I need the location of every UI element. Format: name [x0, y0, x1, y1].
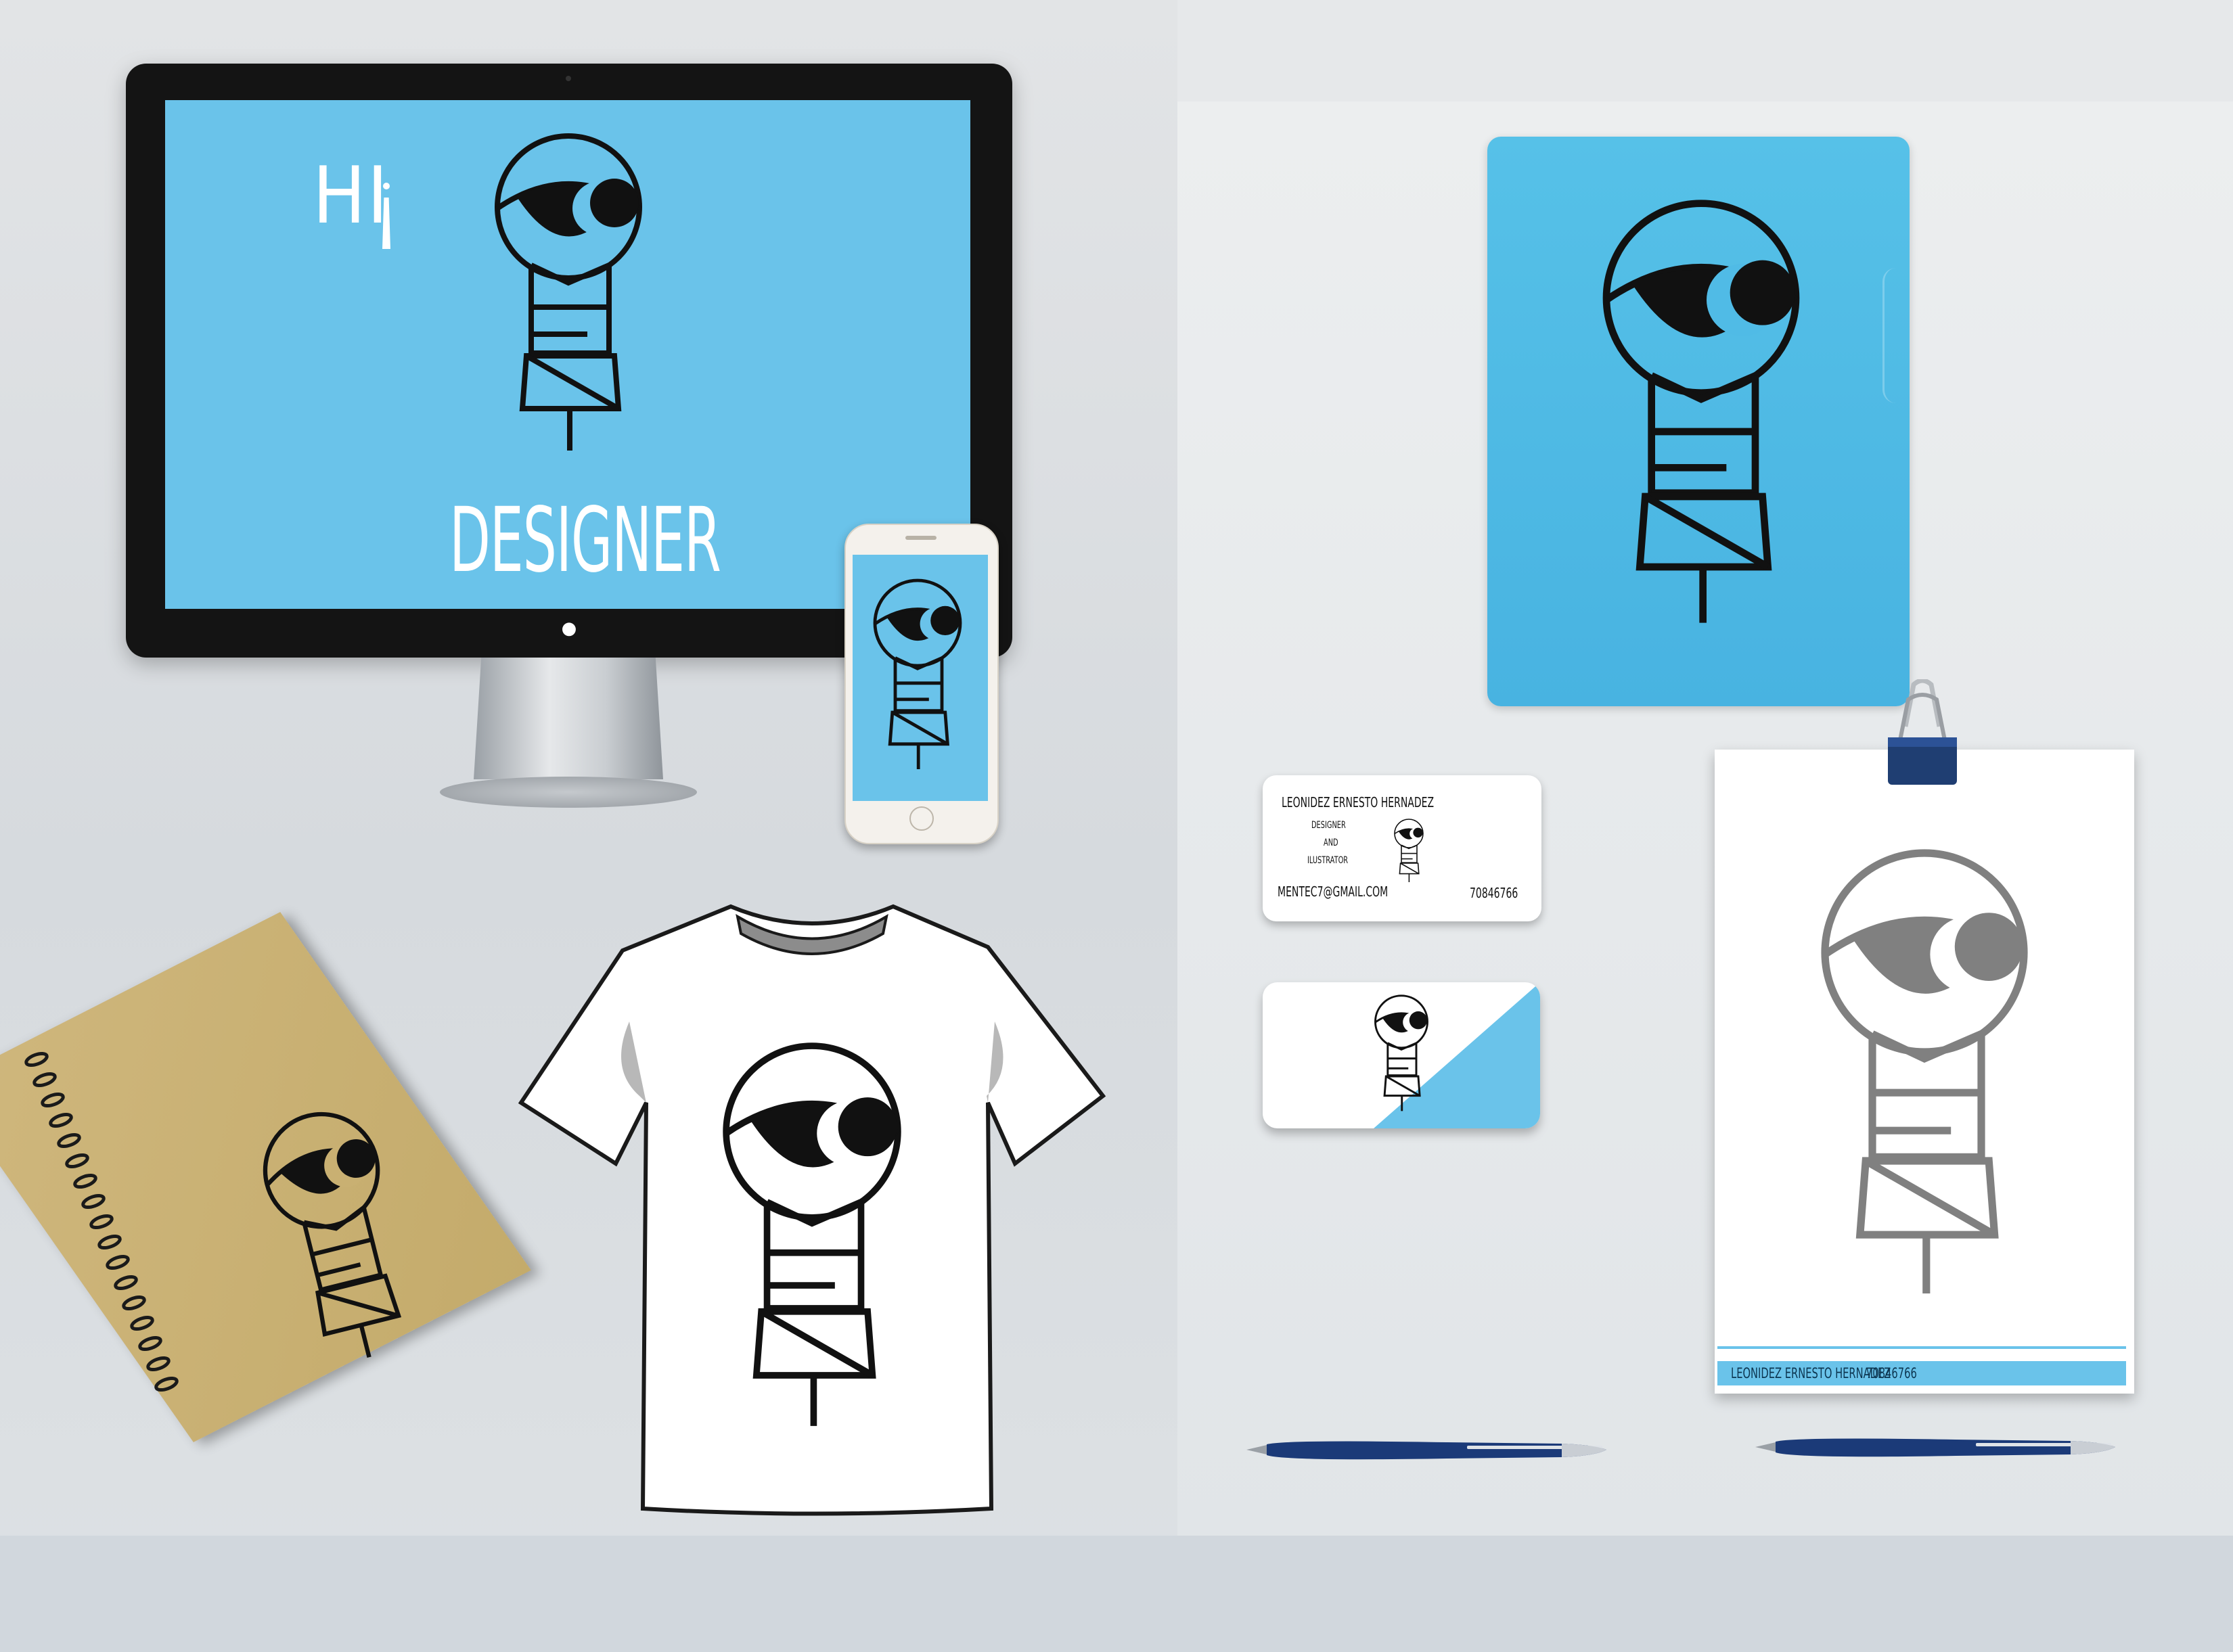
card-role-line1: DESIGNER	[1311, 820, 1346, 831]
monitor-camera	[566, 76, 571, 81]
eye-keyhole-logo	[857, 566, 978, 786]
eye-keyhole-logo	[1566, 172, 1836, 659]
inverted-exclamation-mark	[379, 183, 392, 250]
letterhead-phone: 70846766	[1866, 1365, 1917, 1381]
monitor-stand-neck	[474, 658, 663, 779]
notebook-spiral	[24, 1051, 179, 1392]
eye-keyhole-logo	[1394, 819, 1424, 883]
apple-logo-icon: ●	[561, 618, 577, 639]
business-card-back	[1263, 982, 1540, 1128]
eye-keyhole-logo	[1374, 994, 1428, 1112]
pen-icon	[1755, 1438, 2115, 1457]
card-name: LEONIDEZ ERNESTO HERNADEZ	[1282, 794, 1435, 810]
bottom-strip	[0, 1536, 2233, 1652]
card-role-line3: ILUSTRATOR	[1307, 855, 1349, 866]
right-panel-top	[1177, 0, 2233, 101]
card-phone: 70846766	[1470, 885, 1518, 901]
monitor-greeting: HI	[313, 150, 390, 242]
eye-keyhole-logo	[467, 133, 670, 457]
card-email: MENTEC7@GMAIL.COM	[1278, 884, 1389, 900]
eye-keyhole-logo	[683, 1042, 941, 1434]
business-card-front: LEONIDEZ ERNESTO HERNADEZ DESIGNER AND I…	[1263, 775, 1541, 921]
card-role-line2: AND	[1324, 838, 1338, 848]
folder-pocket-slit	[1882, 268, 1910, 403]
eye-keyhole-logo	[1782, 846, 2067, 1306]
binder-clip-icon	[1888, 679, 1957, 785]
phone-speaker	[905, 536, 937, 540]
phone-home-button	[909, 806, 934, 831]
monitor-subtitle: DESIGNER	[449, 488, 721, 593]
letterhead-rule	[1717, 1346, 2126, 1349]
monitor-stand-foot	[440, 777, 697, 808]
pen-icon	[1246, 1441, 1606, 1460]
